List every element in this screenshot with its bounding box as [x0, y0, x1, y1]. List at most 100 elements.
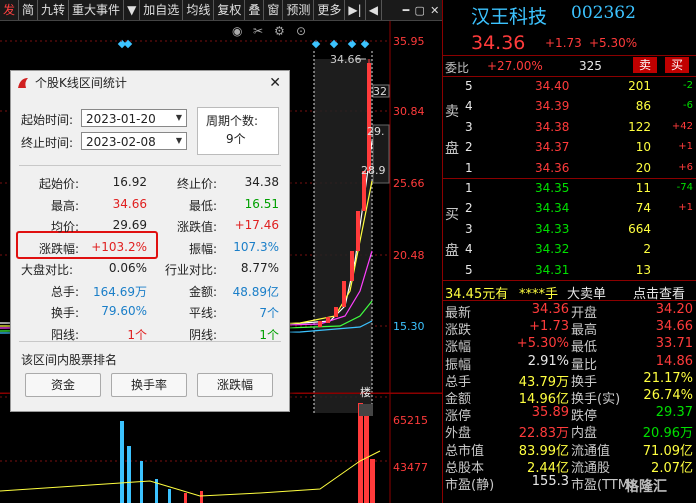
price-tick-1: 35.95 [393, 35, 425, 48]
chart-tool-icons[interactable]: ◉ ✂ ⚙ ⊙ [232, 24, 306, 38]
dialog-titlebar[interactable]: 个股K线区间统计 ✕ [11, 71, 289, 95]
stat-row-value: 16.92 [112, 175, 147, 189]
toolbar-item[interactable]: 九转 [38, 0, 70, 20]
toolbar-item[interactable]: 加自选 [140, 0, 184, 20]
toolbar-item[interactable]: 均线 [183, 0, 215, 20]
order-price[interactable]: 34.37 [535, 140, 569, 154]
buy-button[interactable]: 买 [665, 57, 689, 73]
end-time-select[interactable]: 2023-02-08 ▼ [81, 132, 187, 150]
order-price[interactable]: 34.31 [535, 263, 569, 277]
stat-row-label: 金额: [188, 284, 217, 299]
stat-label: 涨跌 [445, 323, 472, 339]
order-level: 2 [465, 140, 473, 155]
interval-tag[interactable]: 楼 [360, 384, 371, 400]
order-volume: 86 [635, 99, 651, 114]
toolbar-item[interactable]: ▼ [124, 0, 141, 20]
stat-label: 换手(实) [571, 392, 621, 407]
price-tick-3: 25.66 [393, 177, 425, 190]
selected-interval [314, 59, 372, 413]
quote-panel: 汉王科技 002362 34.36 +1.73 +5.30% 委比 +27.00… [442, 0, 696, 503]
toolbar-item[interactable]: 复权 [214, 0, 246, 20]
stat-value: 2.07亿 [651, 460, 693, 476]
window-controls: ━ ▢ ✕ [400, 0, 442, 21]
order-volume: 10 [635, 140, 651, 155]
price-tick-2: 30.84 [393, 105, 425, 118]
stat-row-value: 0.06% [108, 261, 147, 275]
order-price[interactable]: 34.34 [535, 201, 569, 215]
app-logo-icon [18, 78, 28, 88]
order-volume: 122 [628, 119, 651, 134]
dialog-title: 个股K线区间统计 [35, 76, 127, 90]
minimize-icon[interactable]: ━ [403, 4, 410, 17]
stat-row-value: 34.38 [244, 175, 279, 189]
stat-value: 34.36 [531, 302, 569, 317]
end-time-label: 终止时间: [21, 136, 74, 150]
stat-row-value: 79.60% [101, 304, 147, 318]
stat-value: 83.99亿 [518, 443, 569, 459]
toolbar-item[interactable]: 发 [0, 0, 20, 20]
stat-label: 涨幅 [445, 340, 472, 356]
sell-side-label-1: 卖 [445, 104, 459, 120]
stat-row-label: 涨跌幅: [38, 241, 79, 256]
stat-row-value: 164.69万 [93, 284, 147, 299]
toolbar-item[interactable]: ▶| [345, 0, 366, 20]
floating-label-3: 28.9 [361, 164, 386, 177]
stat-value: 71.09亿 [642, 443, 693, 459]
stat-value: 14.86 [655, 353, 693, 369]
stat-value: 43.79万 [518, 374, 569, 390]
stat-row-label: 终止价: [176, 177, 217, 191]
order-level: 1 [465, 160, 473, 175]
order-change: +6 [678, 161, 693, 173]
toolbar-item[interactable]: 窗 [264, 0, 284, 20]
stat-value: 22.83万 [518, 426, 569, 442]
stat-row-value: 1个 [259, 327, 279, 342]
dialog-close-button[interactable]: ✕ [269, 71, 281, 95]
stat-value: 35.89 [531, 405, 569, 421]
order-level: 5 [465, 262, 473, 277]
order-price[interactable]: 34.38 [535, 120, 569, 134]
stat-label: 总手 [445, 374, 472, 390]
order-volume: 13 [635, 262, 651, 277]
toolbar-item[interactable]: ◀ [366, 0, 382, 20]
start-time-select[interactable]: 2023-01-20 ▼ [81, 109, 187, 127]
toolbar-item[interactable]: 预测 [283, 0, 315, 20]
order-level: 4 [465, 99, 473, 114]
stat-row-label: 大盘对比: [20, 263, 73, 277]
order-change: -6 [683, 100, 693, 112]
close-icon[interactable]: ✕ [430, 4, 439, 17]
stock-name: 汉王科技 [471, 6, 548, 28]
sell-button[interactable]: 卖 [633, 57, 657, 73]
stat-label: 总股本 [445, 460, 485, 476]
stat-value: 20.96万 [642, 426, 693, 442]
stat-label: 流通股 [571, 460, 611, 476]
order-level: 2 [465, 201, 473, 216]
stat-label: 振幅 [445, 357, 472, 373]
chevron-down-icon: ▼ [175, 136, 183, 145]
order-volume: 201 [628, 79, 651, 93]
order-price[interactable]: 34.40 [535, 79, 569, 93]
rank-by-change-button[interactable]: 涨跌幅 [197, 373, 273, 397]
stat-label: 涨停 [445, 409, 472, 425]
order-price[interactable]: 34.39 [535, 99, 569, 113]
order-price[interactable]: 34.36 [535, 161, 569, 175]
rank-by-turnover-button[interactable]: 换手率 [111, 373, 187, 397]
order-price[interactable]: 34.32 [535, 242, 569, 256]
stat-row-value: 7个 [259, 306, 279, 320]
stat-value: 26.74% [643, 388, 693, 403]
maximize-icon[interactable]: ▢ [415, 4, 425, 17]
order-price[interactable]: 34.33 [535, 222, 569, 236]
stat-label: 开盘 [571, 306, 598, 321]
toolbar-item[interactable]: 更多 [314, 0, 346, 20]
period-count-value: 9个 [226, 132, 246, 146]
order-volume: 74 [635, 201, 651, 216]
toolbar-item[interactable]: 简 [19, 0, 39, 20]
stat-row-label: 起始价: [38, 177, 79, 191]
commission-diff: 325 [579, 59, 602, 73]
sell-side-label-2: 盘 [445, 141, 459, 157]
rank-by-capital-button[interactable]: 资金 [25, 373, 101, 397]
order-volume: 664 [628, 221, 651, 236]
order-price[interactable]: 34.35 [535, 181, 569, 195]
toolbar-item[interactable]: 重大事件 [69, 0, 125, 20]
toolbar-item[interactable]: 叠 [245, 0, 265, 20]
stat-value: 33.71 [655, 336, 693, 352]
